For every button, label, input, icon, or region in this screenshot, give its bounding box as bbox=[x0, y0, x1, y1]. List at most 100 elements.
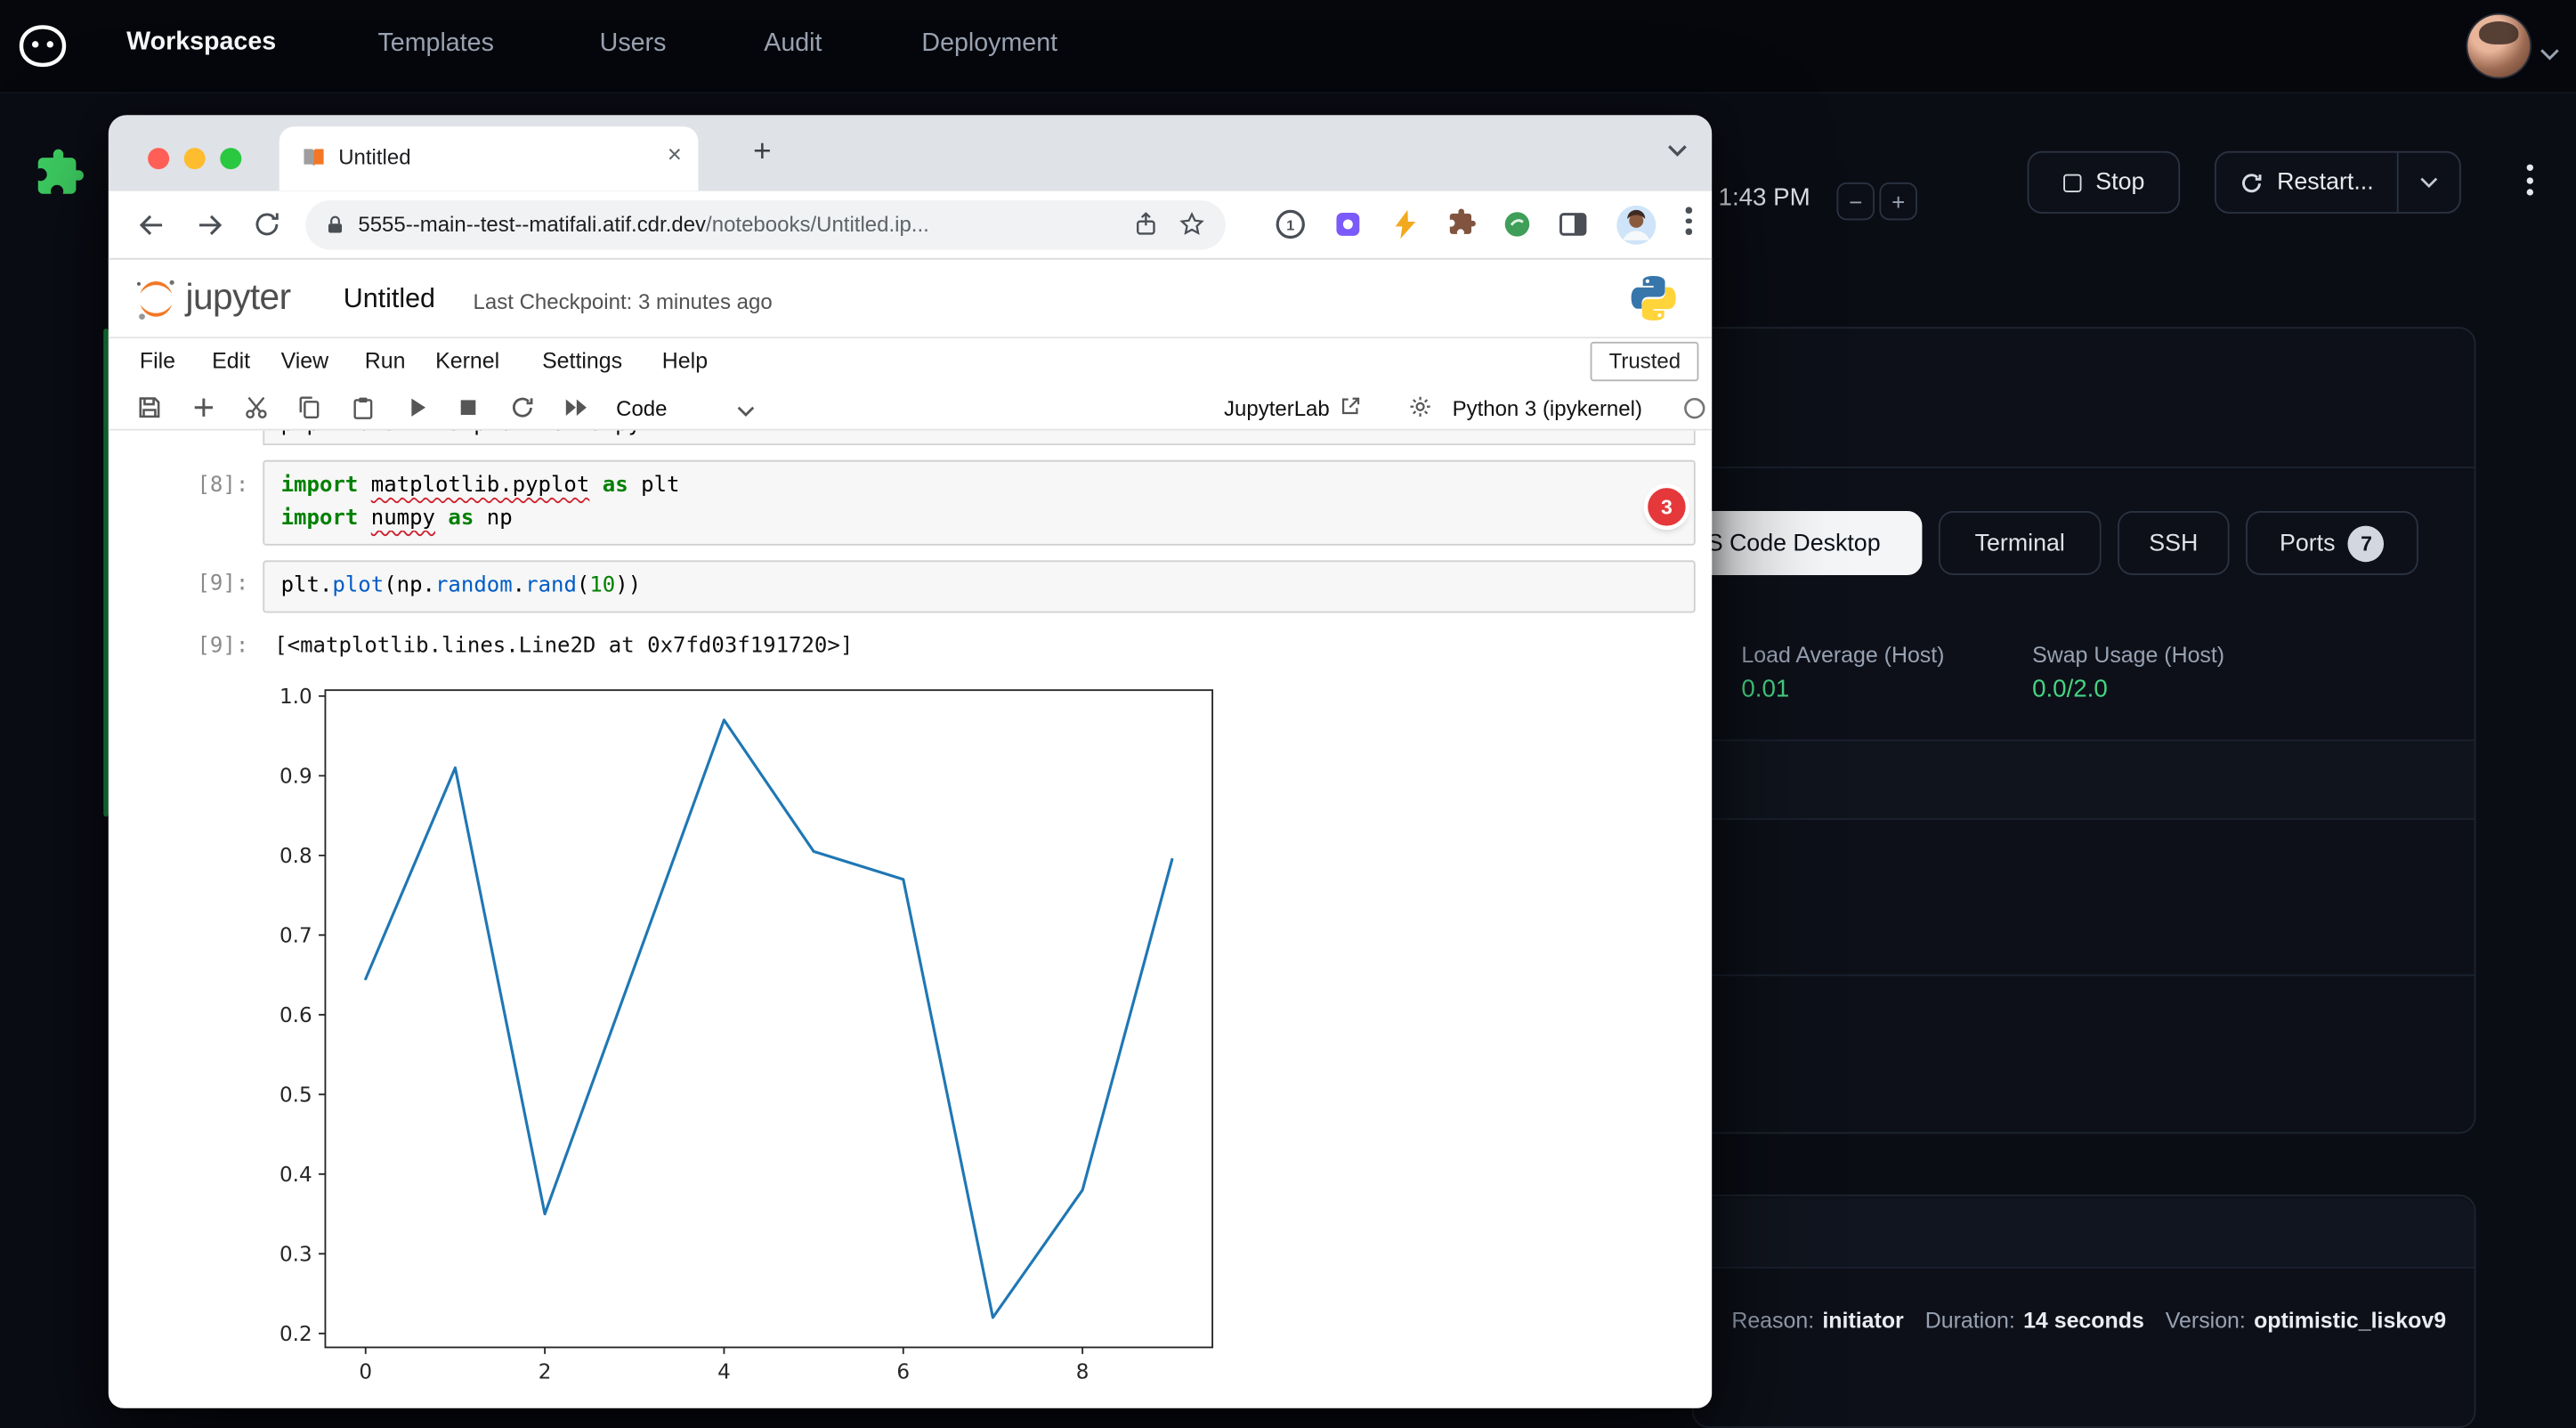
extensions-puzzle-icon[interactable] bbox=[1444, 207, 1478, 250]
share-icon[interactable] bbox=[1132, 210, 1160, 247]
add-cell-icon[interactable] bbox=[190, 394, 217, 429]
menu-kernel[interactable]: Kernel bbox=[435, 348, 499, 373]
zoom-out-button[interactable]: − bbox=[1836, 183, 1874, 220]
split-screen-icon[interactable] bbox=[1556, 207, 1591, 250]
nav-item-workspaces[interactable]: Workspaces bbox=[126, 28, 276, 57]
restart-workspace-button[interactable]: Restart... bbox=[2216, 153, 2397, 212]
menu-view[interactable]: View bbox=[281, 348, 329, 373]
nav-item-users[interactable]: Users bbox=[600, 29, 667, 59]
puzzle-extension-icon[interactable] bbox=[28, 146, 88, 215]
restart-kernel-icon[interactable] bbox=[509, 394, 536, 429]
cell-prompt: [8]: bbox=[197, 474, 248, 499]
stop-icon[interactable] bbox=[455, 394, 482, 429]
jupyter-logo-icon[interactable] bbox=[132, 274, 181, 332]
forward-icon[interactable] bbox=[194, 208, 227, 249]
top-navigation: Workspaces Templates Users Audit Deploym… bbox=[0, 0, 2576, 93]
extension-purple-icon[interactable] bbox=[1331, 207, 1365, 250]
tab-close-icon[interactable]: × bbox=[668, 142, 682, 169]
browser-menu-icon[interactable] bbox=[1676, 207, 1703, 244]
user-avatar[interactable] bbox=[2467, 15, 2530, 77]
run-icon[interactable] bbox=[404, 394, 431, 429]
workspace-resources-panel bbox=[1692, 327, 2475, 1133]
cut-icon[interactable] bbox=[243, 394, 270, 429]
new-tab-button[interactable]: + bbox=[740, 130, 786, 176]
restart-options-button[interactable] bbox=[2397, 153, 2459, 212]
menu-settings[interactable]: Settings bbox=[542, 348, 622, 373]
tab-title: Untitled bbox=[338, 144, 410, 169]
code-cell-input[interactable]: import matplotlib.pyplot as plt import n… bbox=[263, 460, 1695, 546]
chevron-down-icon[interactable] bbox=[736, 398, 756, 427]
svg-text:0.3: 0.3 bbox=[279, 1244, 312, 1267]
paste-icon[interactable] bbox=[350, 394, 377, 429]
nav-item-audit[interactable]: Audit bbox=[764, 29, 822, 59]
svg-text:8: 8 bbox=[1076, 1361, 1090, 1384]
resource-row bbox=[1696, 741, 2475, 818]
screen: Workspaces Templates Users Audit Deploym… bbox=[0, 0, 2576, 1428]
stop-square-icon bbox=[2062, 174, 2080, 191]
address-bar[interactable]: 5555--main--test--matifali.atif.cdr.dev/… bbox=[305, 200, 1226, 249]
save-icon[interactable] bbox=[136, 394, 163, 429]
version-value[interactable]: optimistic_liskov9 bbox=[2254, 1308, 2446, 1333]
output-prompt: [9]: bbox=[197, 634, 248, 659]
restart-arrow-icon bbox=[2240, 170, 2264, 195]
menu-edit[interactable]: Edit bbox=[212, 348, 250, 373]
clock: 1:43 PM bbox=[1719, 184, 1810, 212]
copy-icon[interactable] bbox=[296, 394, 322, 429]
checkpoint-status: Last Checkpoint: 3 minutes ago bbox=[474, 289, 773, 314]
settings-gear-icon[interactable] bbox=[1408, 394, 1433, 427]
bookmark-star-icon[interactable] bbox=[1178, 210, 1205, 247]
back-icon[interactable] bbox=[134, 208, 167, 249]
nav-item-deployment[interactable]: Deployment bbox=[921, 29, 1057, 59]
zoom-in-button[interactable]: + bbox=[1879, 183, 1916, 220]
external-link-icon[interactable] bbox=[1339, 394, 1362, 426]
svg-text:0.5: 0.5 bbox=[279, 1084, 312, 1108]
divider bbox=[1694, 974, 2475, 976]
reload-icon[interactable] bbox=[251, 208, 282, 247]
svg-text:1.0: 1.0 bbox=[279, 686, 312, 709]
load-average-label: Load Average (Host) bbox=[1741, 643, 1944, 668]
lightning-extension-icon[interactable] bbox=[1389, 207, 1423, 250]
menu-run[interactable]: Run bbox=[365, 348, 406, 373]
notebook-toolbar: Code JupyterLab Python 3 (ipykernel) bbox=[109, 385, 1712, 431]
window-minimize-button[interactable] bbox=[184, 148, 206, 169]
tab-search-icon[interactable] bbox=[1665, 138, 1689, 167]
menu-help[interactable]: Help bbox=[662, 348, 708, 373]
ssh-button[interactable]: SSH bbox=[2118, 511, 2230, 575]
browser-profile-avatar[interactable] bbox=[1615, 204, 1657, 255]
matplotlib-figure: 024680.20.30.40.50.60.70.80.91.0 bbox=[268, 677, 1241, 1393]
extension-green-icon[interactable] bbox=[1500, 207, 1535, 250]
stop-workspace-button[interactable]: Stop bbox=[2028, 151, 2181, 214]
cell-type-select[interactable]: Code bbox=[616, 396, 667, 421]
page-content: jupyter Untitled Last Checkpoint: 3 minu… bbox=[109, 260, 1712, 1408]
window-close-button[interactable] bbox=[148, 148, 169, 169]
workspace-menu-button[interactable] bbox=[2515, 165, 2545, 204]
kernel-name[interactable]: Python 3 (ipykernel) bbox=[1453, 396, 1642, 421]
notification-badge[interactable]: 3 bbox=[1648, 488, 1685, 525]
url-text: 5555--main--test--matifali.atif.cdr.dev/… bbox=[358, 212, 928, 237]
duration-value: 14 seconds bbox=[2023, 1308, 2144, 1333]
window-maximize-button[interactable] bbox=[220, 148, 241, 169]
menu-file[interactable]: File bbox=[140, 348, 175, 373]
cell-output-text: [<matplotlib.lines.Line2D at 0x7fd03f191… bbox=[274, 634, 853, 659]
notebook-favicon-icon bbox=[301, 144, 328, 179]
terminal-button[interactable]: Terminal bbox=[1939, 511, 2102, 575]
trusted-button[interactable]: Trusted bbox=[1591, 342, 1698, 381]
nav-item-templates[interactable]: Templates bbox=[378, 29, 494, 59]
reason-label: Reason: bbox=[1731, 1308, 1814, 1333]
svg-text:0.6: 0.6 bbox=[279, 1004, 312, 1027]
ports-button[interactable]: Ports 7 bbox=[2246, 511, 2418, 575]
chevron-down-icon[interactable] bbox=[2540, 39, 2559, 69]
svg-text:1: 1 bbox=[1286, 217, 1294, 233]
onepassword-icon[interactable]: 1 bbox=[1273, 207, 1308, 250]
browser-tab[interactable]: Untitled × bbox=[279, 126, 699, 191]
notebook-title[interactable]: Untitled bbox=[344, 284, 435, 315]
coder-logo-icon[interactable] bbox=[15, 21, 71, 79]
ports-label: Ports bbox=[2280, 530, 2335, 556]
run-all-icon[interactable] bbox=[562, 394, 589, 429]
open-jupyterlab-link[interactable]: JupyterLab bbox=[1224, 396, 1330, 421]
code-cell-input[interactable]: plt.plot(np.random.rand(10)) bbox=[263, 560, 1695, 613]
lock-icon[interactable] bbox=[324, 212, 347, 247]
svg-text:0.8: 0.8 bbox=[279, 845, 312, 868]
svg-text:0.9: 0.9 bbox=[279, 766, 312, 789]
notebook-menubar: File Edit View Run Kernel Settings Help … bbox=[109, 338, 1712, 385]
